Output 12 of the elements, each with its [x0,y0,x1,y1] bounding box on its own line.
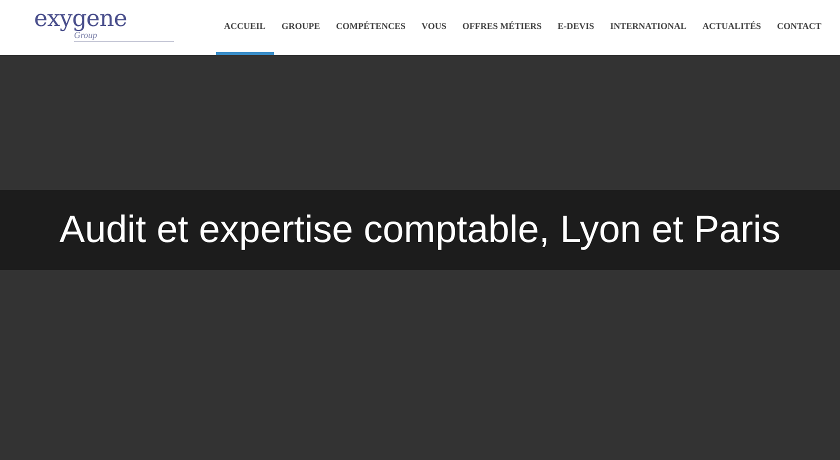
logo-subtitle: Group [74,30,174,42]
banner-title: Audit et expertise comptable, Lyon et Paris [0,190,840,270]
nav-link[interactable]: OFFRES MÉTIERS [454,0,550,55]
nav-link[interactable]: COMPÉTENCES [328,0,414,55]
nav-link[interactable]: INTERNATIONAL [602,0,695,55]
nav-link[interactable]: GROUPE [274,0,328,55]
nav-link[interactable]: ACCUEIL [216,0,274,55]
nav-link[interactable]: VOUS [414,0,454,55]
nav-link[interactable]: E-DEVIS [550,0,602,55]
logo-text: exygene [34,8,128,30]
nav-link[interactable]: CONTACT [769,0,830,55]
nav-link[interactable]: ACTUALITÉS [694,0,770,55]
